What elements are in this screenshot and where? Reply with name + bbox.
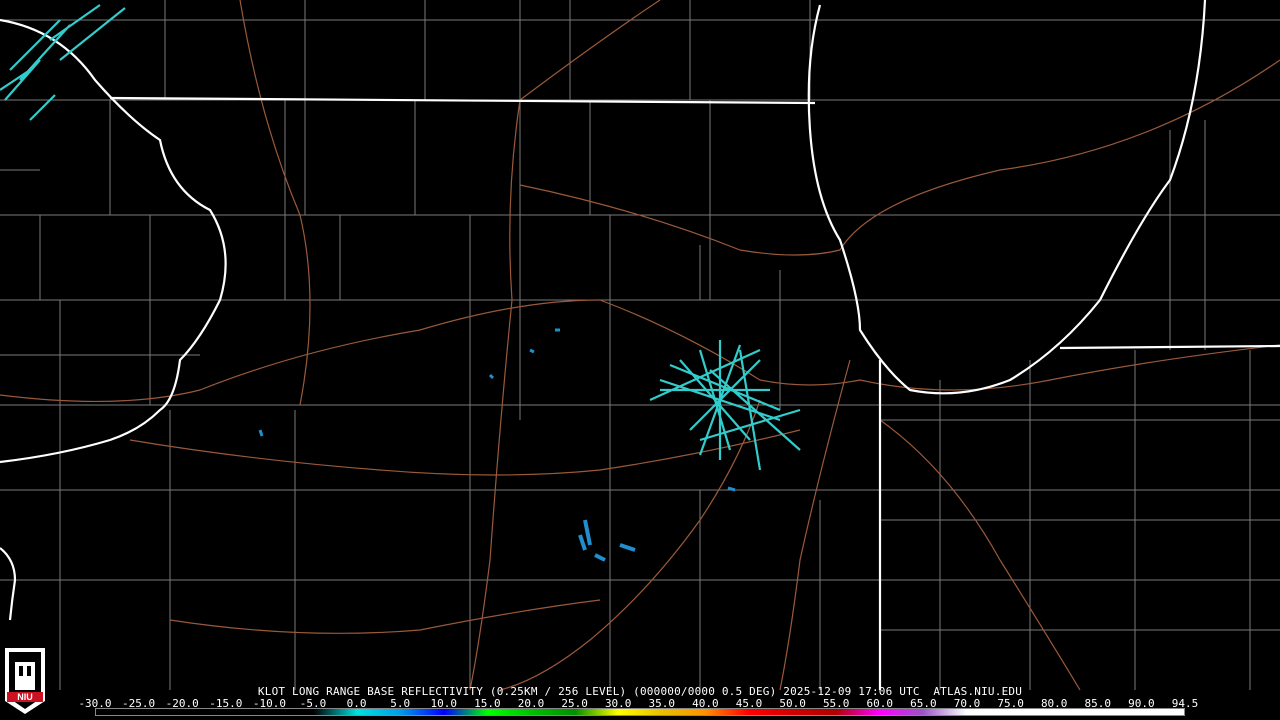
radar-map [0, 0, 1280, 691]
state-borders [0, 0, 1280, 690]
legend-color-bar [95, 708, 1185, 716]
niu-logo: NIU [5, 648, 45, 714]
radar-echoes [0, 4, 801, 562]
